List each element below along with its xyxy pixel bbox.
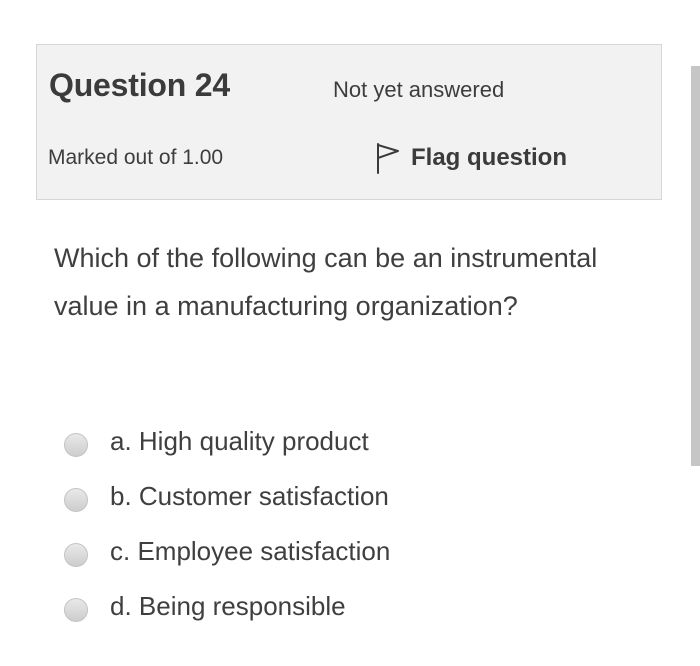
- answer-option-b[interactable]: b. Customer satisfaction: [64, 469, 624, 524]
- answer-b-label[interactable]: b. Customer satisfaction: [110, 481, 389, 512]
- answer-c-label[interactable]: c. Employee satisfaction: [110, 536, 390, 567]
- vertical-scrollbar[interactable]: [691, 66, 700, 466]
- question-info-panel: Question 24 Not yet answered Marked out …: [36, 44, 662, 200]
- answer-b-radio[interactable]: [64, 487, 88, 512]
- answer-d-label[interactable]: d. Being responsible: [110, 591, 346, 622]
- question-grade-text: Marked out of 1.00: [48, 146, 224, 169]
- flag-icon: [375, 141, 401, 175]
- answer-d-radio[interactable]: [64, 597, 88, 622]
- question-state-text: Not yet answered: [333, 77, 505, 102]
- answer-option-d[interactable]: d. Being responsible: [64, 579, 624, 634]
- question-number-heading: Question 24: [49, 67, 230, 103]
- flag-question-label: Flag question: [411, 144, 567, 171]
- answer-options: a. High quality product b. Customer sati…: [64, 414, 624, 634]
- flag-question-button[interactable]: Flag question: [375, 141, 567, 175]
- answer-c-radio[interactable]: [64, 542, 88, 567]
- answer-option-a[interactable]: a. High quality product: [64, 414, 624, 469]
- answer-a-radio[interactable]: [64, 432, 88, 457]
- answer-option-c[interactable]: c. Employee satisfaction: [64, 524, 624, 579]
- question-text: Which of the following can be an instrum…: [54, 243, 598, 321]
- quiz-page: Question 24 Not yet answered Marked out …: [0, 0, 700, 666]
- answer-a-label[interactable]: a. High quality product: [110, 426, 369, 457]
